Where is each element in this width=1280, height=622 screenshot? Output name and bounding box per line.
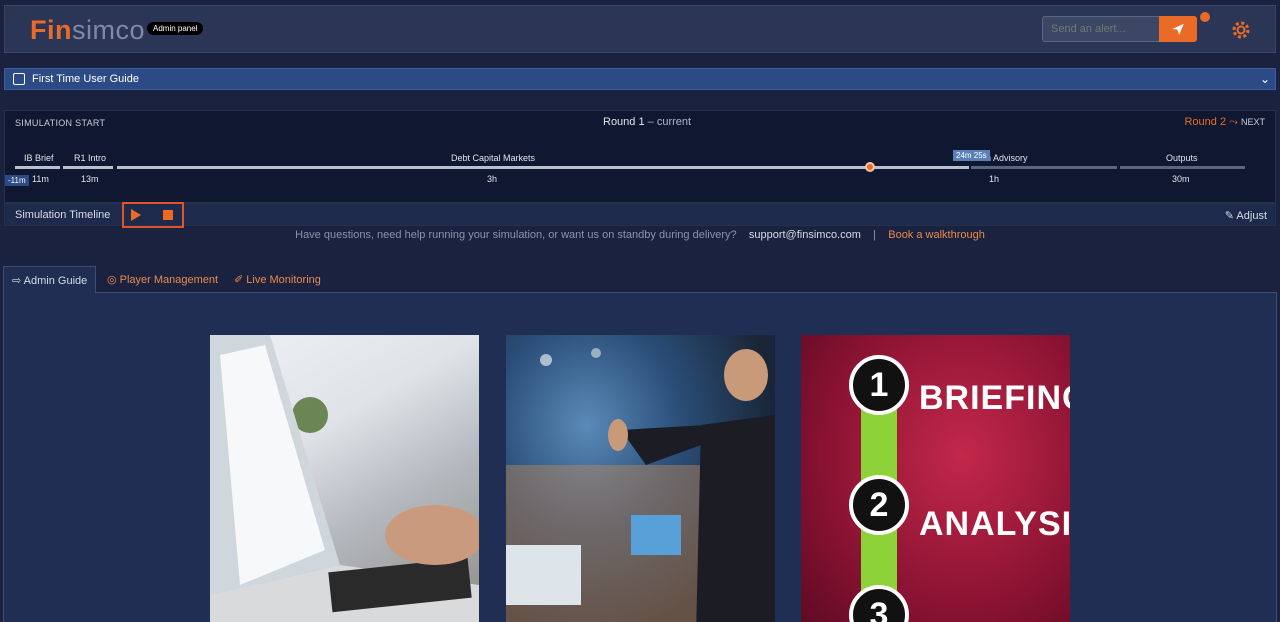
step-1-badge: 1 [849,355,909,415]
current-time-marker[interactable] [865,162,875,172]
conference-image [506,348,775,622]
adjust-button[interactable]: ✎ Adjust [1225,209,1267,222]
laptop-image [210,335,479,622]
finsimco-logo[interactable]: Finsimco [30,15,145,46]
signpost-icon: ⇨ [12,275,24,287]
guide-document-icon [13,73,25,85]
briefing-steps-image-card[interactable]: 1 BRIEFING 2 ANALYSIS 3 [801,335,1070,622]
segment-dcm-duration: 3h [487,174,498,184]
segment-dcm-line [117,166,969,169]
gear-icon[interactable] [1227,16,1255,44]
elapsed-time-tag: 24m 25s [953,150,990,161]
book-walkthrough-link[interactable]: Book a walkthrough [888,229,985,241]
segment-outputs-line [1120,166,1245,169]
play-icon[interactable] [131,209,141,221]
chevron-down-icon[interactable]: ⌄ [1260,72,1270,86]
step-1-text: BRIEFING [919,379,1070,417]
simulation-timeline: SIMULATION START Round 1 – current Round… [4,110,1276,203]
offset-time-tag: -11m [5,175,29,186]
current-round-label: Round 1 – current [603,116,692,128]
pencil-icon: ✎ [1224,210,1237,222]
notification-dot-icon [1200,12,1210,22]
laptop-image-card[interactable] [210,335,479,622]
guide-label: First Time User Guide [32,73,139,85]
first-time-user-guide-bar[interactable]: First Time User Guide ⌄ [4,68,1276,90]
help-line: Have questions, need help running your s… [295,229,985,241]
segment-advisory-label: n Advisory [986,153,1028,163]
step-2-text: ANALYSIS [919,505,1070,543]
segment-ib-brief-line [15,166,60,169]
segment-r1-intro-label: R1 Intro [74,153,107,163]
segment-advisory-duration: 1h [989,174,1000,184]
segment-r1-intro-line [63,166,113,169]
segment-ib-brief-label: IB Brief [24,153,54,163]
segment-dcm-label: Debt Capital Markets [451,153,536,163]
player-management-icon: ◎ [107,274,120,286]
step-2-badge: 2 [849,475,909,535]
support-email-link[interactable]: support@finsimco.com [749,229,861,241]
segment-outputs-label: Outputs [1166,153,1198,163]
segment-ib-brief-duration: 11m [32,174,49,184]
conference-speaker-image-card[interactable] [506,335,775,622]
admin-badge: Admin panel [147,22,204,35]
segment-outputs-duration: 30m [1172,174,1190,184]
segment-r1-intro-duration: 13m [81,174,99,184]
next-round-link[interactable]: Round 2 ⤳ NEXT [1184,116,1265,129]
stop-icon[interactable] [163,210,173,220]
monitoring-icon: ✐ [234,274,247,286]
paper-plane-icon [1172,23,1184,35]
top-bar: Finsimco Admin panel [4,5,1276,53]
alert-input[interactable] [1042,16,1160,42]
simulation-start-label: SIMULATION START [15,118,106,128]
tab-admin-guide[interactable]: ⇨ Admin Guide [3,266,96,293]
tab-player-management[interactable]: ◎ Player Management [99,266,226,293]
segment-advisory-line [971,166,1117,169]
simulation-timeline-label: Simulation Timeline [15,209,111,221]
send-alert-button[interactable] [1159,16,1197,42]
tab-live-monitoring[interactable]: ✐ Live Monitoring [226,266,329,293]
step-3-badge: 3 [849,585,909,622]
timeline-controls-bar: Simulation Timeline ✎ Adjust [4,202,1276,228]
